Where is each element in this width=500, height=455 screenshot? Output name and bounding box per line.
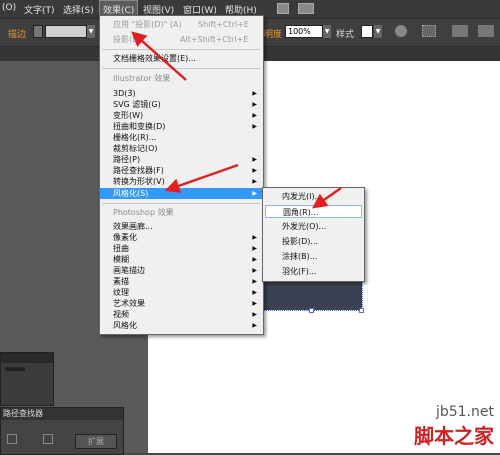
submenu-arrow-icon: ▶ <box>252 300 257 307</box>
graphic-style-swatch[interactable] <box>361 25 373 38</box>
watermark: jb51.net 脚本之家 <box>414 404 494 449</box>
panel-header[interactable] <box>1 353 53 363</box>
submenu-arrow-icon: ▶ <box>252 245 257 252</box>
menu-object[interactable]: (O) <box>2 3 16 13</box>
menu-item-stylize-photoshop[interactable]: 风格化 ▶ <box>100 320 263 331</box>
submenu-arrow-icon: ▶ <box>252 101 257 108</box>
chevron-down-icon[interactable]: ▼ <box>87 25 95 38</box>
menu-separator <box>102 68 260 69</box>
submenu-arrow-icon: ▶ <box>252 256 257 263</box>
menu-item-sketch[interactable]: 素描 ▶ <box>100 276 263 287</box>
transform-icon[interactable] <box>452 25 468 37</box>
submenu-arrow-icon: ▶ <box>252 311 257 318</box>
stroke-label: 描边 <box>8 30 27 40</box>
collapsed-panel <box>0 352 54 406</box>
stylize-submenu: 内发光(I)... 圆角(R)... 外发光(O)... 投影(D)... 涂抹… <box>262 187 365 282</box>
opacity-label: 明度 <box>264 30 283 40</box>
selection-handle[interactable] <box>309 308 314 313</box>
menu-item-blur[interactable]: 模糊 ▶ <box>100 254 263 265</box>
chevron-down-icon[interactable]: ▼ <box>374 25 382 38</box>
submenu-arrow-icon: ▶ <box>252 190 257 197</box>
submenu-item-feather[interactable]: 羽化(F)... <box>265 265 362 278</box>
submenu-arrow-icon: ▶ <box>252 289 257 296</box>
menu-item-path[interactable]: 路径(P) ▶ <box>100 154 263 165</box>
submenu-item-scribble[interactable]: 涂抹(B)... <box>265 250 362 263</box>
menu-item-convert-to-shape[interactable]: 转换为形状(V) ▶ <box>100 176 263 187</box>
submenu-item-outer-glow[interactable]: 外发光(O)... <box>265 220 362 233</box>
menu-item-pathfinder[interactable]: 路径查找器(F) ▶ <box>100 165 263 176</box>
recolor-icon[interactable] <box>395 25 407 37</box>
submenu-arrow-icon: ▶ <box>252 278 257 285</box>
menu-item-stylize[interactable]: 风格化(S) ▶ <box>100 188 263 199</box>
chevron-down-icon[interactable]: ▼ <box>323 25 331 38</box>
menu-item-effect-gallery[interactable]: 效果画廊... <box>100 221 263 232</box>
submenu-arrow-icon: ▶ <box>252 112 257 119</box>
menu-item-artistic[interactable]: 艺术效果 ▶ <box>100 298 263 309</box>
menu-separator <box>102 49 260 50</box>
submenu-item-drop-shadow[interactable]: 投影(D)... <box>265 235 362 248</box>
expand-button[interactable]: 扩展 <box>75 434 117 449</box>
pathfinder-title: 路径查找器 <box>1 408 123 420</box>
style-label: 样式 <box>336 30 355 40</box>
menu-item-pixelate[interactable]: 像素化 ▶ <box>100 232 263 243</box>
stroke-weight-field[interactable] <box>45 25 87 38</box>
panel-control[interactable] <box>5 367 25 371</box>
panel-menu-icon[interactable] <box>478 25 494 37</box>
submenu-item-round-corners[interactable]: 圆角(R)... <box>265 205 362 218</box>
selected-rectangle[interactable] <box>261 279 363 311</box>
menu-item-3d[interactable]: 3D(3) ▶ <box>100 88 263 99</box>
menu-item-brush-strokes[interactable]: 画笔描边 ▶ <box>100 265 263 276</box>
menu-separator <box>102 203 260 204</box>
bridge-icon[interactable] <box>277 3 289 14</box>
menu-item-warp[interactable]: 变形(W) ▶ <box>100 110 263 121</box>
submenu-item-inner-glow[interactable]: 内发光(I)... <box>265 190 362 203</box>
menu-item-distort[interactable]: 扭曲 ▶ <box>100 243 263 254</box>
illustrator-effects-heading: Illustrator 效果 <box>113 74 171 83</box>
menu-item-crop-marks[interactable]: 裁剪标记(O) <box>100 143 263 154</box>
effect-menu: 应用 "投影(D)" (A) Shift+Ctrl+E 投影(D)... Alt… <box>99 15 264 335</box>
stroke-weight-stepper[interactable] <box>33 25 43 38</box>
menu-item-svg-filters[interactable]: SVG 滤镜(G) ▶ <box>100 99 263 110</box>
menu-item-distort-transform[interactable]: 扭曲和变换(D) ▶ <box>100 121 263 132</box>
arrange-documents-icon[interactable] <box>298 3 314 14</box>
submenu-arrow-icon: ▶ <box>252 156 257 163</box>
last-effect-item[interactable]: 投影(D)... Alt+Shift+Ctrl+E <box>100 34 263 45</box>
submenu-arrow-icon: ▶ <box>252 90 257 97</box>
menu-item-video[interactable]: 视频 ▶ <box>100 309 263 320</box>
watermark-url: jb51.net <box>435 404 494 420</box>
watermark-name: 脚本之家 <box>414 424 494 448</box>
opacity-field[interactable]: 100% <box>285 25 323 38</box>
menu-item-texture[interactable]: 纹理 ▶ <box>100 287 263 298</box>
apply-last-effect-item[interactable]: 应用 "投影(D)" (A) Shift+Ctrl+E <box>100 19 263 30</box>
submenu-arrow-icon: ▶ <box>252 267 257 274</box>
menu-item-rasterize[interactable]: 栅格化(R)... <box>100 132 263 143</box>
submenu-arrow-icon: ▶ <box>252 123 257 130</box>
raster-settings-item[interactable]: 文档栅格效果设置(E)... <box>100 53 263 64</box>
menu-select[interactable]: 选择(S) <box>63 3 94 16</box>
minus-back-icon[interactable] <box>7 434 17 444</box>
submenu-arrow-icon: ▶ <box>252 322 257 329</box>
pathfinder-panel: 路径查找器 扩展 <box>0 407 124 455</box>
selection-handle[interactable] <box>359 308 364 313</box>
crop-icon[interactable] <box>43 434 53 444</box>
photoshop-effects-heading: Photoshop 效果 <box>113 208 174 217</box>
align-icon[interactable] <box>422 25 436 37</box>
submenu-arrow-icon: ▶ <box>252 234 257 241</box>
submenu-arrow-icon: ▶ <box>252 167 257 174</box>
menu-type[interactable]: 文字(T) <box>24 3 55 16</box>
submenu-arrow-icon: ▶ <box>252 178 257 185</box>
